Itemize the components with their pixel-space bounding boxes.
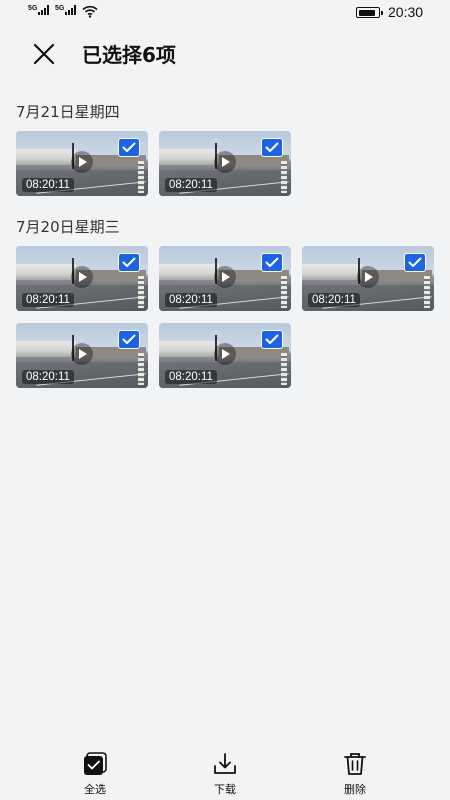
play-icon <box>71 343 93 365</box>
download-button[interactable]: 下载 <box>195 751 255 797</box>
selected-checkbox[interactable] <box>261 330 283 349</box>
select-all-label: 全选 <box>84 783 106 796</box>
thumbnail-scene <box>159 264 219 282</box>
video-grid-group-1: 08:20:11 08:20:11 <box>16 131 434 196</box>
status-bar: 5G 5G 20:30 <box>0 0 450 26</box>
download-icon <box>214 753 236 774</box>
checkmark-icon <box>122 142 136 152</box>
select-all-button[interactable]: 全选 <box>65 751 125 797</box>
video-duration: 08:20:11 <box>165 178 217 192</box>
video-duration: 08:20:11 <box>165 370 217 384</box>
thumbnail-rail <box>138 353 144 385</box>
group-date-label: 7月20日星期三 <box>16 218 120 236</box>
video-thumbnail[interactable]: 08:20:11 <box>159 131 291 196</box>
video-duration: 08:20:11 <box>308 293 360 307</box>
battery-icon <box>356 7 383 18</box>
delete-label: 删除 <box>344 783 366 796</box>
status-time: 20:30 <box>388 4 424 20</box>
thumbnail-scene <box>16 264 76 282</box>
video-duration: 08:20:11 <box>22 370 74 384</box>
selected-checkbox[interactable] <box>261 138 283 157</box>
thumbnail-scene <box>159 341 219 359</box>
trash-icon <box>344 753 366 775</box>
video-thumbnail[interactable]: 08:20:11 <box>16 323 148 388</box>
thumbnail-rail <box>138 276 144 308</box>
sim2-network-label: 5G <box>55 5 65 12</box>
wifi-icon <box>82 5 98 22</box>
play-icon <box>71 151 93 173</box>
selected-checkbox[interactable] <box>118 138 140 157</box>
select-all-icon <box>84 752 107 775</box>
video-thumbnail[interactable]: 08:20:11 <box>16 246 148 311</box>
checkmark-icon <box>408 257 422 267</box>
close-button[interactable] <box>30 40 58 68</box>
video-grid-group-2: 08:20:11 08:20:11 08:20:11 08:20:11 08:20:11 <box>16 246 434 388</box>
bottom-action-bar: 全选 下载 删除 <box>0 745 450 800</box>
thumbnail-scene <box>302 264 362 282</box>
video-thumbnail[interactable]: 08:20:11 <box>302 246 434 311</box>
video-thumbnail[interactable]: 08:20:11 <box>159 323 291 388</box>
selected-checkbox[interactable] <box>118 253 140 272</box>
video-duration: 08:20:11 <box>22 293 74 307</box>
play-icon <box>71 266 93 288</box>
thumbnail-rail <box>281 161 287 193</box>
checkmark-icon <box>265 142 279 152</box>
thumbnail-scene <box>16 341 76 359</box>
video-duration: 08:20:11 <box>22 178 74 192</box>
video-duration: 08:20:11 <box>165 293 217 307</box>
delete-button[interactable]: 删除 <box>325 751 385 797</box>
download-label: 下载 <box>214 783 236 796</box>
video-thumbnail[interactable]: 08:20:11 <box>16 131 148 196</box>
selected-checkbox[interactable] <box>404 253 426 272</box>
sim1-network-label: 5G <box>28 5 38 12</box>
play-icon <box>214 151 236 173</box>
checkmark-icon <box>265 257 279 267</box>
close-icon <box>33 43 55 65</box>
play-icon <box>357 266 379 288</box>
thumbnail-scene <box>16 149 76 167</box>
checkmark-icon <box>122 257 136 267</box>
checkmark-icon <box>265 334 279 344</box>
signal-icon-sim2: 5G <box>55 5 77 15</box>
thumbnail-rail <box>138 161 144 193</box>
play-icon <box>214 266 236 288</box>
thumbnail-rail <box>424 276 430 308</box>
selected-checkbox[interactable] <box>118 330 140 349</box>
signal-icon-sim1: 5G <box>28 5 50 15</box>
selection-header: 已选择6项 <box>0 34 450 74</box>
page-title: 已选择6项 <box>82 43 176 67</box>
video-thumbnail[interactable]: 08:20:11 <box>159 246 291 311</box>
thumbnail-rail <box>281 353 287 385</box>
play-icon <box>214 343 236 365</box>
checkmark-icon <box>122 334 136 344</box>
thumbnail-scene <box>159 149 219 167</box>
selected-checkbox[interactable] <box>261 253 283 272</box>
group-date-label: 7月21日星期四 <box>16 103 120 121</box>
thumbnail-rail <box>281 276 287 308</box>
